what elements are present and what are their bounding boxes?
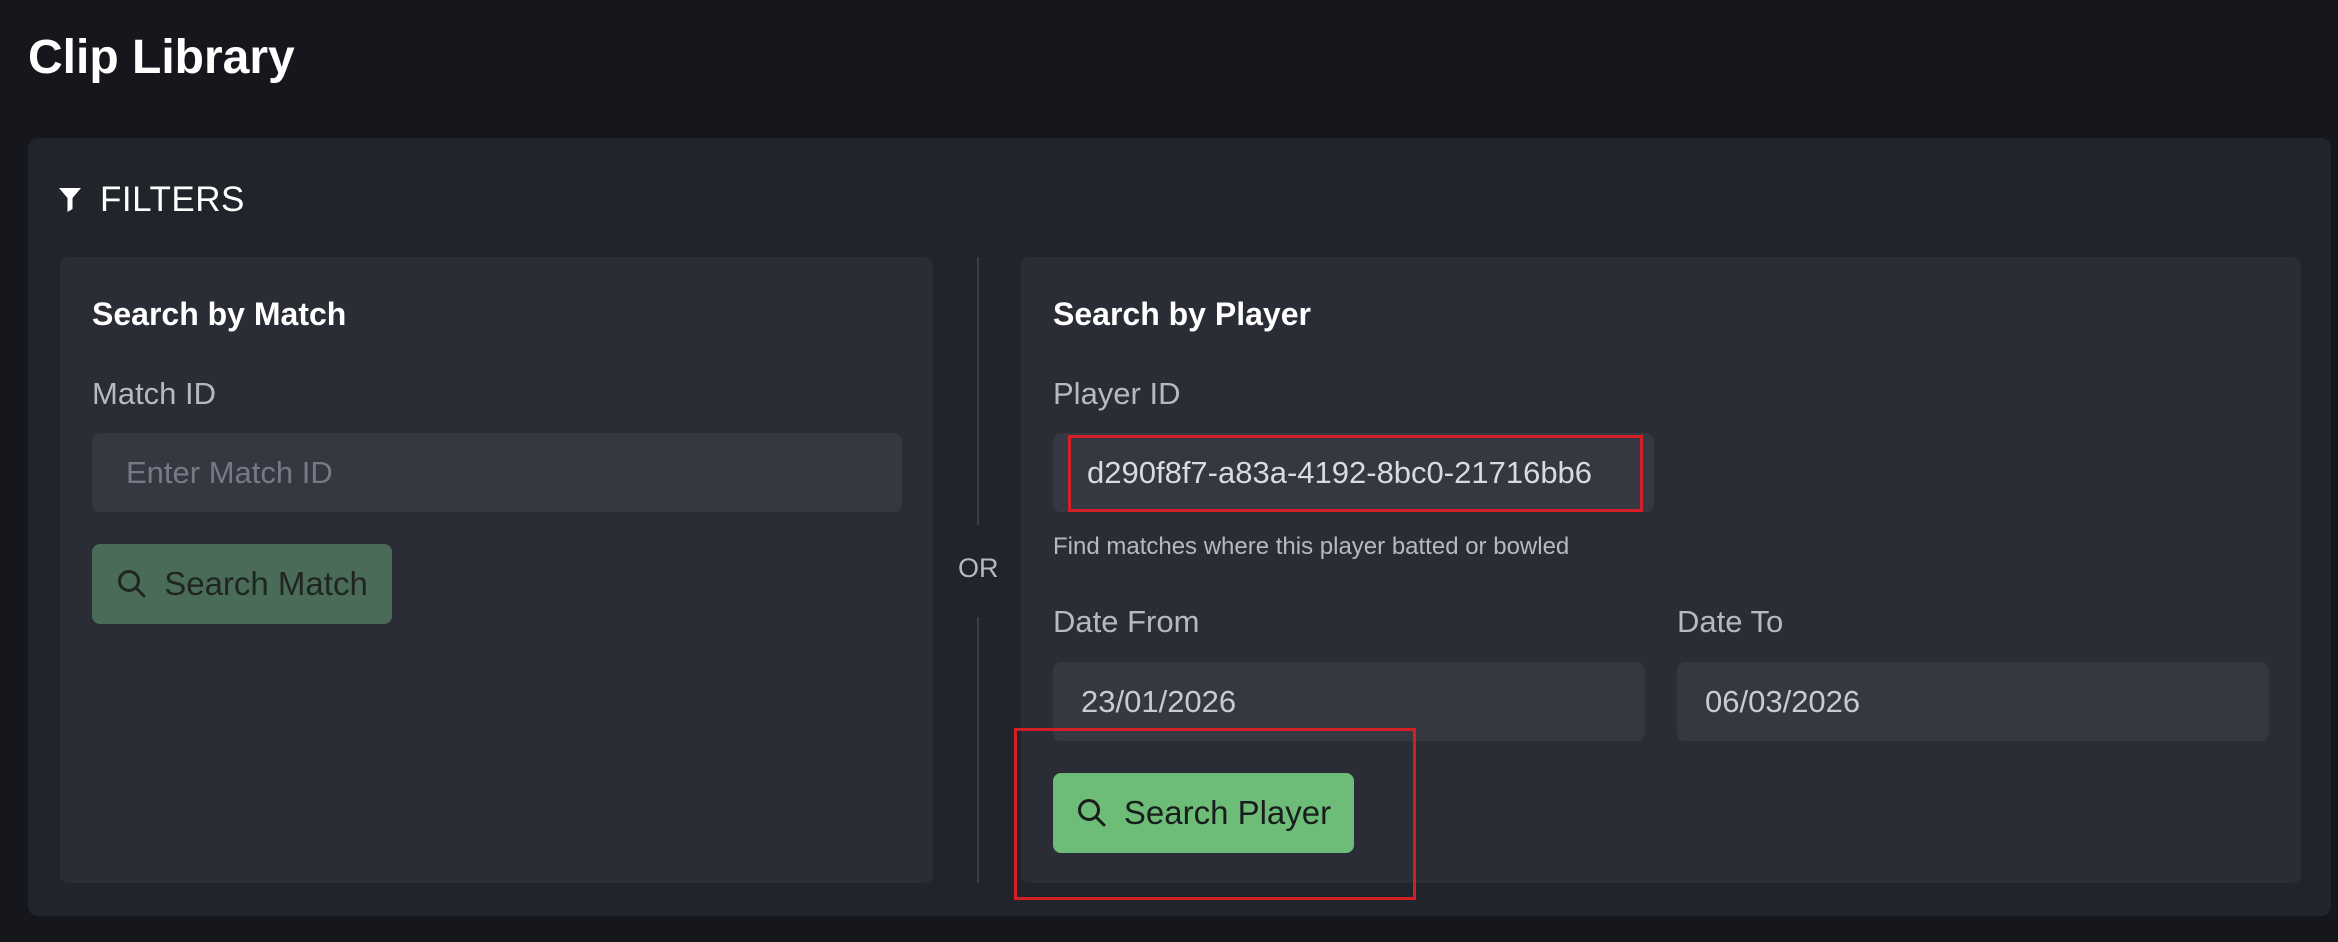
page-title: Clip Library — [28, 31, 295, 84]
date-to-input[interactable]: 06/03/2026 — [1677, 662, 2269, 741]
search-player-button[interactable]: Search Player — [1053, 773, 1354, 853]
filters-label: FILTERS — [100, 180, 245, 219]
player-search-title: Search by Player — [1053, 296, 1311, 332]
date-from-label: Date From — [1053, 604, 1200, 639]
date-from-input[interactable]: 23/01/2026 — [1053, 662, 1645, 741]
or-label: OR — [958, 553, 999, 583]
divider-bottom — [977, 617, 979, 883]
match-id-input[interactable] — [92, 433, 902, 512]
date-to-label: Date To — [1677, 604, 1784, 639]
filter-icon — [58, 186, 84, 214]
filters-header: FILTERS — [58, 176, 245, 224]
divider-top — [977, 257, 979, 525]
search-match-button[interactable]: Search Match — [92, 544, 392, 624]
player-id-helper-text: Find matches where this player batted or… — [1053, 533, 1570, 560]
match-id-label: Match ID — [92, 376, 217, 411]
search-player-label: Search Player — [1123, 794, 1332, 831]
player-id-input[interactable] — [1053, 433, 1654, 512]
search-icon — [116, 568, 148, 600]
player-id-label: Player ID — [1053, 376, 1181, 411]
match-search-title: Search by Match — [92, 296, 347, 332]
search-icon — [1076, 797, 1108, 829]
search-match-label: Search Match — [164, 565, 368, 602]
